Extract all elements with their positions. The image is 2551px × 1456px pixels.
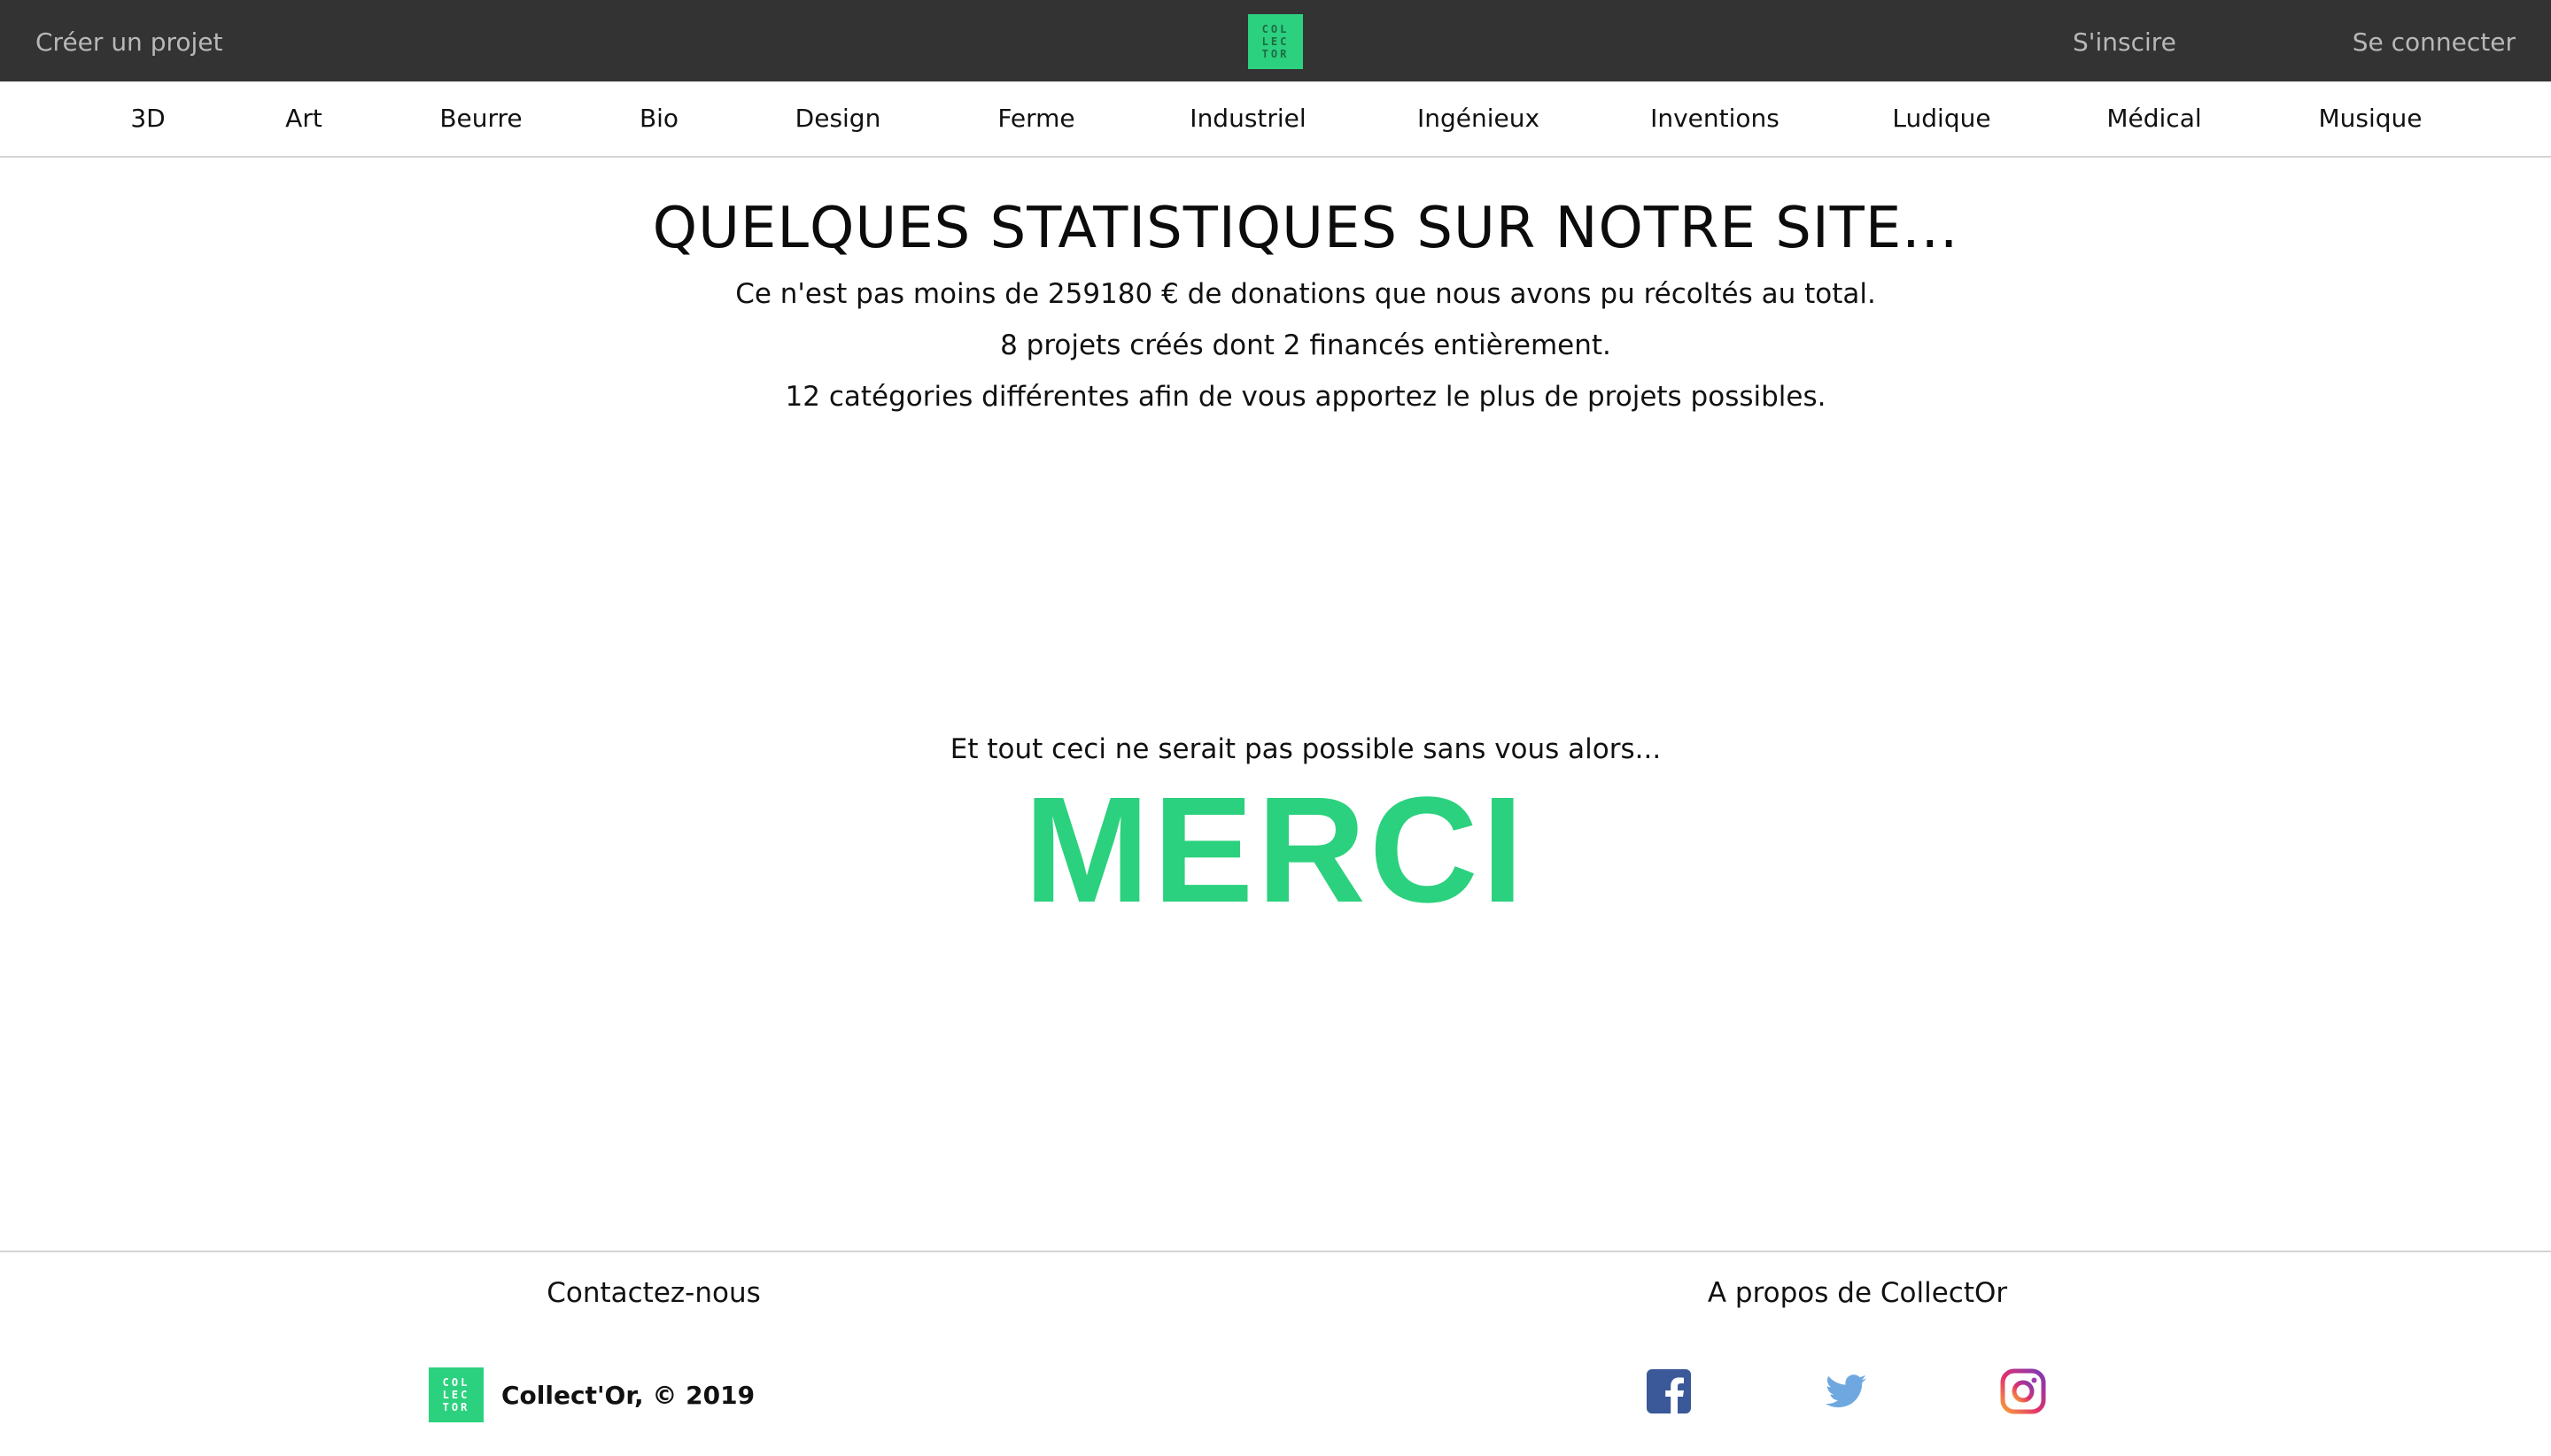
category-3d[interactable]: 3D bbox=[130, 81, 165, 156]
collector-logo[interactable]: COL LEC TOR bbox=[1248, 14, 1303, 69]
login-link[interactable]: Se connecter bbox=[2353, 0, 2516, 81]
stat-categories: 12 catégories différentes afin de vous a… bbox=[785, 381, 1826, 413]
copyright-text: Collect'Or, © 2019 bbox=[501, 1381, 756, 1410]
category-ferme[interactable]: Ferme bbox=[997, 81, 1074, 156]
logo-line-2: LEC bbox=[1261, 35, 1290, 48]
facebook-icon[interactable] bbox=[1645, 1367, 1693, 1415]
stat-projects: 8 projets créés dont 2 financés entièrem… bbox=[1000, 329, 1611, 361]
thanks-lead-text: Et tout ceci ne serait pas possible sans… bbox=[950, 733, 1662, 765]
about-link[interactable]: A propos de CollectOr bbox=[1708, 1274, 2007, 1313]
instagram-icon[interactable] bbox=[1999, 1367, 2047, 1415]
thanks-headline: MERCI bbox=[1024, 766, 1527, 934]
category-ingenieux[interactable]: Ingénieux bbox=[1417, 81, 1539, 156]
category-design[interactable]: Design bbox=[795, 81, 881, 156]
category-bio[interactable]: Bio bbox=[640, 81, 678, 156]
footer: Contactez-nous A propos de CollectOr COL… bbox=[0, 1251, 2551, 1456]
page-title: QUELQUES STATISTIQUES SUR NOTRE SITE... bbox=[652, 196, 1959, 261]
category-art[interactable]: Art bbox=[285, 81, 322, 156]
twitter-icon[interactable] bbox=[1822, 1367, 1870, 1415]
create-project-link[interactable]: Créer un projet bbox=[35, 0, 223, 81]
logo-line-3: TOR bbox=[1261, 48, 1290, 60]
logo-line-1: COL bbox=[442, 1376, 470, 1389]
logo-line-3: TOR bbox=[442, 1401, 470, 1413]
category-beurre[interactable]: Beurre bbox=[439, 81, 522, 156]
category-musique[interactable]: Musique bbox=[2318, 81, 2422, 156]
top-navbar: Créer un projet COL LEC TOR S'inscire Se… bbox=[0, 0, 2551, 81]
signup-link[interactable]: S'inscire bbox=[2073, 0, 2176, 81]
category-ludique[interactable]: Ludique bbox=[1892, 81, 1990, 156]
footer-logo: COL LEC TOR bbox=[429, 1367, 484, 1422]
logo-line-2: LEC bbox=[442, 1389, 470, 1401]
category-industriel[interactable]: Industriel bbox=[1190, 81, 1306, 156]
contact-link[interactable]: Contactez-nous bbox=[547, 1274, 761, 1313]
category-nav: 3D Art Beurre Bio Design Ferme Industrie… bbox=[0, 81, 2551, 158]
category-medical[interactable]: Médical bbox=[2106, 81, 2201, 156]
stat-donations: Ce n'est pas moins de 259180 € de donati… bbox=[735, 278, 1876, 310]
logo-line-1: COL bbox=[1261, 23, 1290, 35]
category-inventions[interactable]: Inventions bbox=[1650, 81, 1779, 156]
